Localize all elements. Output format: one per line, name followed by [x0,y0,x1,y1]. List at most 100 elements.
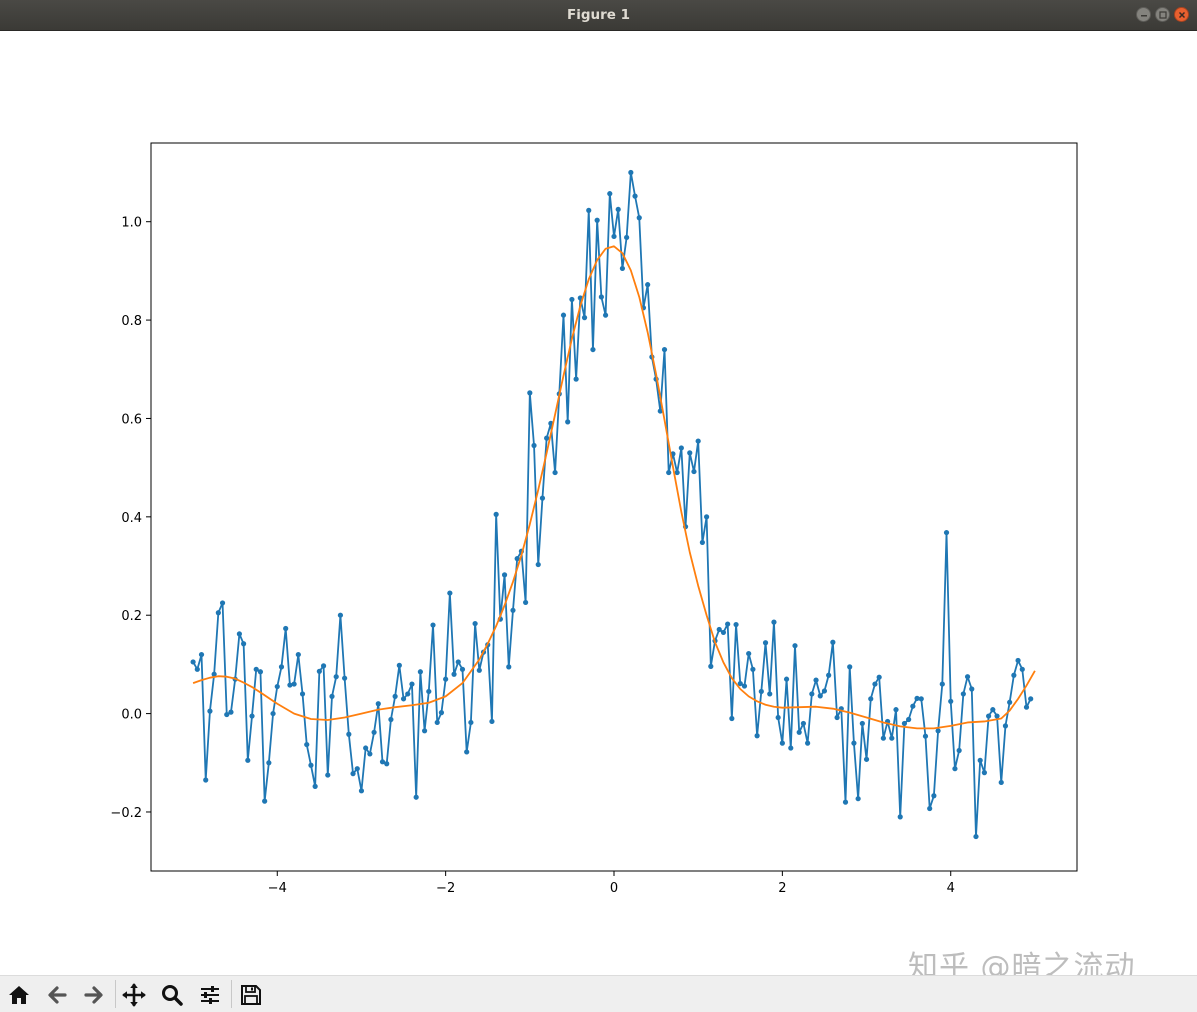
series-1-point [809,691,815,697]
series-1-point [569,296,575,303]
configure-subplots-button[interactable] [196,981,224,1009]
series-1-point [396,662,402,668]
series-1-point [560,312,567,318]
series-1-point [1019,666,1025,672]
series-1-point [611,233,617,240]
series-1-point [628,169,634,176]
series-1-point [405,691,411,697]
series-1-point [695,438,701,444]
series-1-point [805,740,811,746]
back-button[interactable] [43,981,71,1009]
series-1-point [342,675,348,681]
series-1-point [624,234,630,241]
series-1-point [573,376,579,382]
series-1-point [893,707,899,713]
plot-area: −4 −2 0 2 4 −0.2 0.0 0.2 0.4 0.6 0.8 1.0 [110,142,1078,896]
pan-icon [122,983,146,1007]
series-1-point [447,590,453,596]
series-1-point [935,728,941,734]
series-1-point [346,731,352,737]
close-button[interactable] [1174,7,1189,22]
series-1-point [203,777,209,783]
series-1-point [830,639,836,645]
series-1-point [295,651,301,658]
series-1-point [994,713,1000,719]
series-1-point [931,793,937,799]
series-1-point [699,539,705,546]
series-1-point [939,681,945,687]
series-1-point [451,671,457,677]
series-1-point [581,315,588,321]
series-1-point [960,691,966,697]
series-1-point [249,713,255,719]
series-1-point [489,718,495,725]
series-1-point [607,191,613,197]
series-1-point [337,612,344,618]
series-1-point [977,757,983,763]
series-1-point [725,621,731,627]
series-1-point [876,674,882,680]
toolbar-separator [115,980,116,1008]
x-tick-label: 4 [947,881,955,896]
x-tick-label: 2 [778,881,786,896]
series-1-point [956,747,962,754]
figure-canvas[interactable]: −4 −2 0 2 4 −0.2 0.0 0.2 0.4 0.6 0.8 1.0 [0,31,1197,975]
series-1-point [708,663,714,669]
series-1-point [371,729,377,735]
toolbar-separator [231,980,232,1008]
back-icon [48,986,67,1004]
series-1-point [472,620,478,627]
series-1-point [678,445,684,451]
forward-icon [84,986,103,1004]
pan-button[interactable] [120,981,148,1009]
series-1-point [1023,704,1030,710]
series-1-point [868,696,874,702]
zoom-button[interactable] [158,981,186,1009]
series-1-point [872,681,878,687]
series-1-point [998,779,1004,786]
series-1-point [691,468,697,475]
series-1-point [783,676,790,682]
series-1-point [990,707,996,713]
series-1-point [316,668,322,674]
series-1-point [438,710,445,716]
maximize-icon [1159,11,1167,19]
series-1-point [897,814,903,820]
series-1-point [304,741,310,748]
series-1-point [312,783,318,789]
series-1-point [842,799,849,805]
series-1-point [421,728,428,734]
maximize-button[interactable] [1155,7,1170,22]
series-1-point [392,693,398,699]
series-1-point [859,720,865,727]
series-1-point [358,788,365,794]
series-1-point [523,599,529,606]
series-1-point [291,681,297,687]
series-1-point [565,419,571,425]
series-1-point [906,716,912,723]
series-1-point [527,390,533,396]
home-button[interactable] [5,981,33,1009]
configure-subplots-icon [201,986,219,1004]
series-1-point [943,529,950,536]
series-1-point [367,751,373,757]
series-1-point [901,720,908,727]
series-1-point [299,691,306,697]
series-1-point [704,514,710,520]
save-button[interactable] [237,981,265,1009]
close-icon [1178,11,1186,19]
series-1-point [661,346,668,353]
series-1-point [506,664,512,670]
series-1-point [746,650,752,657]
forward-button[interactable] [80,981,108,1009]
series-1-point [847,664,853,670]
series-1-point [986,713,992,719]
series-1-point [274,683,280,690]
home-icon [9,986,29,1004]
series-1-point [262,798,268,804]
series-1-point [645,282,651,288]
minimize-button[interactable] [1136,7,1151,22]
series-1-point [758,688,764,695]
series-1-point [417,669,423,675]
y-tick-label: 0.0 [121,708,142,723]
